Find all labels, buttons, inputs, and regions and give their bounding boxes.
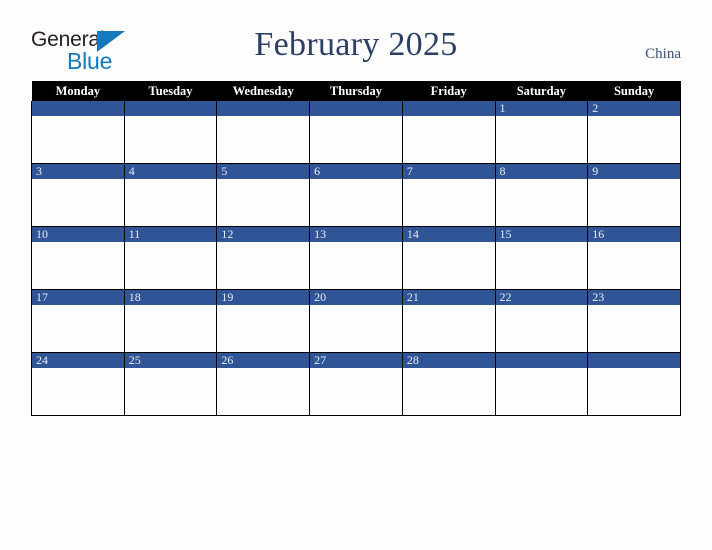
day-number: 14	[406, 227, 419, 241]
day-band	[495, 353, 588, 368]
calendar-day-cell[interactable]: 12	[216, 226, 311, 290]
day-number: 10	[36, 227, 48, 241]
calendar-day-cell[interactable]: 6	[309, 163, 403, 227]
day-number: 1	[499, 101, 506, 115]
day-number: 11	[128, 227, 141, 241]
calendar-day-cell[interactable]: 23	[587, 289, 681, 353]
calendar-day-cell[interactable]: 14	[401, 226, 496, 290]
weekday-header-saturday: Saturday	[495, 81, 588, 101]
calendar-day-cell[interactable]	[123, 101, 218, 164]
calendar-day-cell[interactable]: 26	[216, 352, 311, 416]
day-band	[310, 101, 402, 116]
day-band	[32, 101, 124, 116]
calendar-day-cell[interactable]: 7	[401, 163, 496, 227]
weekday-header-monday: Monday	[31, 81, 125, 101]
calendar-day-cell[interactable]: 21	[401, 289, 496, 353]
calendar-day-cell[interactable]	[216, 101, 311, 164]
day-number: 22	[499, 290, 512, 304]
calendar-day-cell[interactable]: 13	[309, 226, 403, 290]
calendar-day-cell[interactable]	[494, 352, 589, 416]
day-number: 12	[221, 227, 234, 241]
day-number: 19	[221, 290, 234, 304]
day-band	[495, 101, 588, 116]
day-number: 15	[499, 227, 512, 241]
calendar-day-cell[interactable]	[587, 352, 681, 416]
weekday-header-sunday: Sunday	[587, 81, 681, 101]
weekday-header-friday: Friday	[402, 81, 496, 101]
calendar-week-row: 17 18 19 20 21 22 23	[31, 289, 681, 353]
calendar-day-cell[interactable]: 9	[587, 163, 681, 227]
calendar-header-row: Monday Tuesday Wednesday Thursday Friday…	[31, 81, 681, 101]
weekday-header-thursday: Thursday	[309, 81, 403, 101]
day-band	[495, 164, 588, 179]
calendar-day-cell[interactable]: 28	[401, 352, 496, 416]
day-number: 8	[499, 164, 506, 178]
day-band	[32, 164, 124, 179]
calendar-day-cell[interactable]: 10	[31, 226, 125, 290]
calendar-day-cell[interactable]: 27	[309, 352, 403, 416]
day-band	[124, 164, 217, 179]
day-number: 13	[314, 227, 327, 241]
day-band	[310, 164, 402, 179]
page-header: General Blue February 2025 China	[0, 0, 712, 81]
calendar-day-cell[interactable]	[309, 101, 403, 164]
calendar-day-cell[interactable]: 1	[494, 101, 589, 164]
day-number: 25	[128, 353, 141, 367]
calendar-week-row: 3 4 5 6 7 8 9	[31, 163, 681, 227]
calendar-week-row: 10 11 12 13 14 15 16	[31, 226, 681, 290]
day-band	[124, 101, 217, 116]
day-number: 18	[128, 290, 141, 304]
day-number: 28	[406, 353, 419, 367]
calendar-day-cell[interactable]: 24	[31, 352, 125, 416]
day-number: 27	[314, 353, 327, 367]
calendar-day-cell[interactable]: 11	[123, 226, 218, 290]
calendar-day-cell[interactable]: 18	[123, 289, 218, 353]
day-number: 21	[406, 290, 419, 304]
day-number: 5	[221, 164, 228, 178]
calendar-day-cell[interactable]: 16	[587, 226, 681, 290]
day-number: 24	[36, 353, 48, 367]
calendar-day-cell[interactable]: 17	[31, 289, 125, 353]
day-band	[588, 353, 680, 368]
calendar-body: 1 2 3 4 5 6 7 8 9 10 11 12 13 14 15 16 1…	[31, 101, 681, 416]
day-number: 20	[314, 290, 327, 304]
calendar-table: Monday Tuesday Wednesday Thursday Friday…	[31, 81, 681, 416]
day-band	[588, 164, 680, 179]
calendar-week-row: 24 25 26 27 28	[31, 352, 681, 416]
calendar-day-cell[interactable]: 19	[216, 289, 311, 353]
day-number: 9	[592, 164, 599, 178]
day-number: 16	[592, 227, 605, 241]
day-number: 26	[221, 353, 234, 367]
calendar-day-cell[interactable]: 22	[494, 289, 589, 353]
day-band	[402, 164, 495, 179]
country-label: China	[645, 46, 681, 62]
weekday-header-wednesday: Wednesday	[216, 81, 310, 101]
calendar-day-cell[interactable]: 3	[31, 163, 125, 227]
day-number: 3	[36, 164, 42, 178]
page-title: February 2025	[254, 26, 458, 63]
day-band	[588, 101, 680, 116]
calendar-day-cell[interactable]: 5	[216, 163, 311, 227]
day-number: 7	[406, 164, 413, 178]
day-band	[217, 164, 310, 179]
calendar-day-cell[interactable]	[31, 101, 125, 164]
day-number: 4	[128, 164, 135, 178]
weekday-header-tuesday: Tuesday	[124, 81, 217, 101]
calendar-day-cell[interactable]: 20	[309, 289, 403, 353]
day-number: 17	[36, 290, 48, 304]
calendar-week-row: 1 2	[31, 101, 681, 164]
calendar-day-cell[interactable]: 8	[494, 163, 589, 227]
calendar-day-cell[interactable]	[401, 101, 496, 164]
calendar-page: General Blue February 2025 China Monday …	[0, 0, 712, 550]
calendar-day-cell[interactable]: 4	[123, 163, 218, 227]
day-band	[217, 101, 310, 116]
day-number: 6	[314, 164, 321, 178]
calendar-day-cell[interactable]: 15	[494, 226, 589, 290]
calendar-day-cell[interactable]: 2	[587, 101, 681, 164]
day-number: 23	[592, 290, 605, 304]
day-number: 2	[592, 101, 599, 115]
day-band	[402, 101, 495, 116]
calendar-day-cell[interactable]: 25	[123, 352, 218, 416]
